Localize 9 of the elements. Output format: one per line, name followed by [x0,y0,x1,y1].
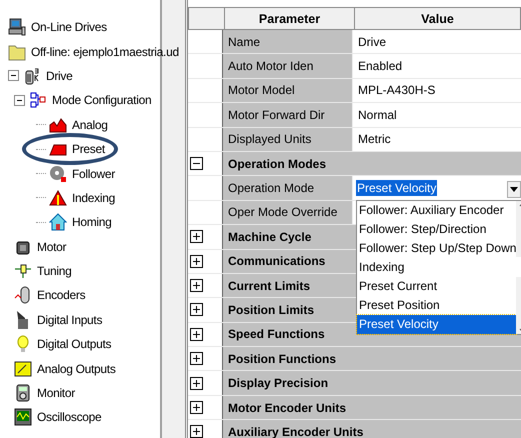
parameter-name: Motor Forward Dir [223,103,353,127]
column-header: Value [354,8,520,29]
parameter-name: Oper Mode Override [223,200,353,224]
parameter-name: Operation Mode [223,176,353,200]
parameter-name: Name [223,30,353,54]
parameter-name: Auto Motor Iden [223,54,353,78]
parameter-name: Displayed Units [223,128,353,151]
parameter-name: Motor Model [223,78,353,102]
column-header: Parameter [224,8,354,29]
